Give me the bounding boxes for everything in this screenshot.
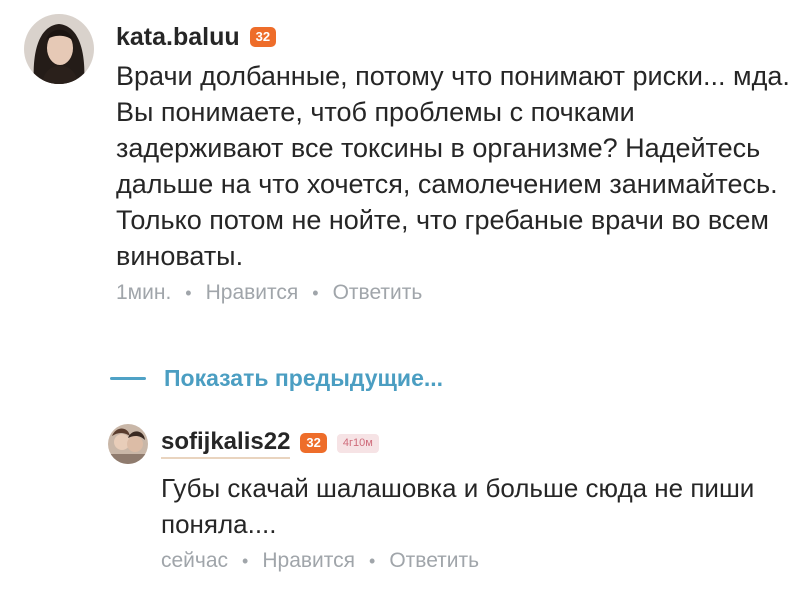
like-button[interactable]: Нравится <box>206 281 299 305</box>
separator-dot: • <box>369 550 376 571</box>
reply-text: Губы скачай шалашовка и больше сюда не п… <box>161 473 755 539</box>
avatar-photo-icon <box>24 14 94 84</box>
level-badge: 32 <box>300 433 327 453</box>
reply-username[interactable]: sofijkalis22 <box>161 428 291 459</box>
comment-username[interactable]: kata.baluu <box>116 23 240 52</box>
separator-dot: • <box>242 550 249 571</box>
show-previous-replies[interactable]: Показать предыдущие... <box>110 365 443 392</box>
thread-line <box>110 377 146 380</box>
comment-time: 1мин. <box>116 281 172 304</box>
like-button[interactable]: Нравится <box>262 549 355 573</box>
avatar-photo-icon <box>108 424 148 464</box>
avatar[interactable] <box>24 14 94 84</box>
comment-meta: 1мин. • Нравится • Ответить <box>116 281 422 305</box>
reply-time: сейчас <box>161 549 229 572</box>
separator-dot: • <box>185 282 192 303</box>
age-tag: 4г10м <box>336 433 379 453</box>
reply-button[interactable]: Ответить <box>333 281 423 305</box>
reply-button[interactable]: Ответить <box>389 549 479 573</box>
show-previous-label[interactable]: Показать предыдущие... <box>164 365 443 392</box>
level-badge: 32 <box>249 27 277 47</box>
avatar[interactable] <box>108 424 148 464</box>
separator-dot: • <box>312 282 319 303</box>
comment-text: Врачи долбанные, потому что понимают рис… <box>116 61 790 271</box>
reply-meta: сейчас • Нравится • Ответить <box>161 549 479 573</box>
